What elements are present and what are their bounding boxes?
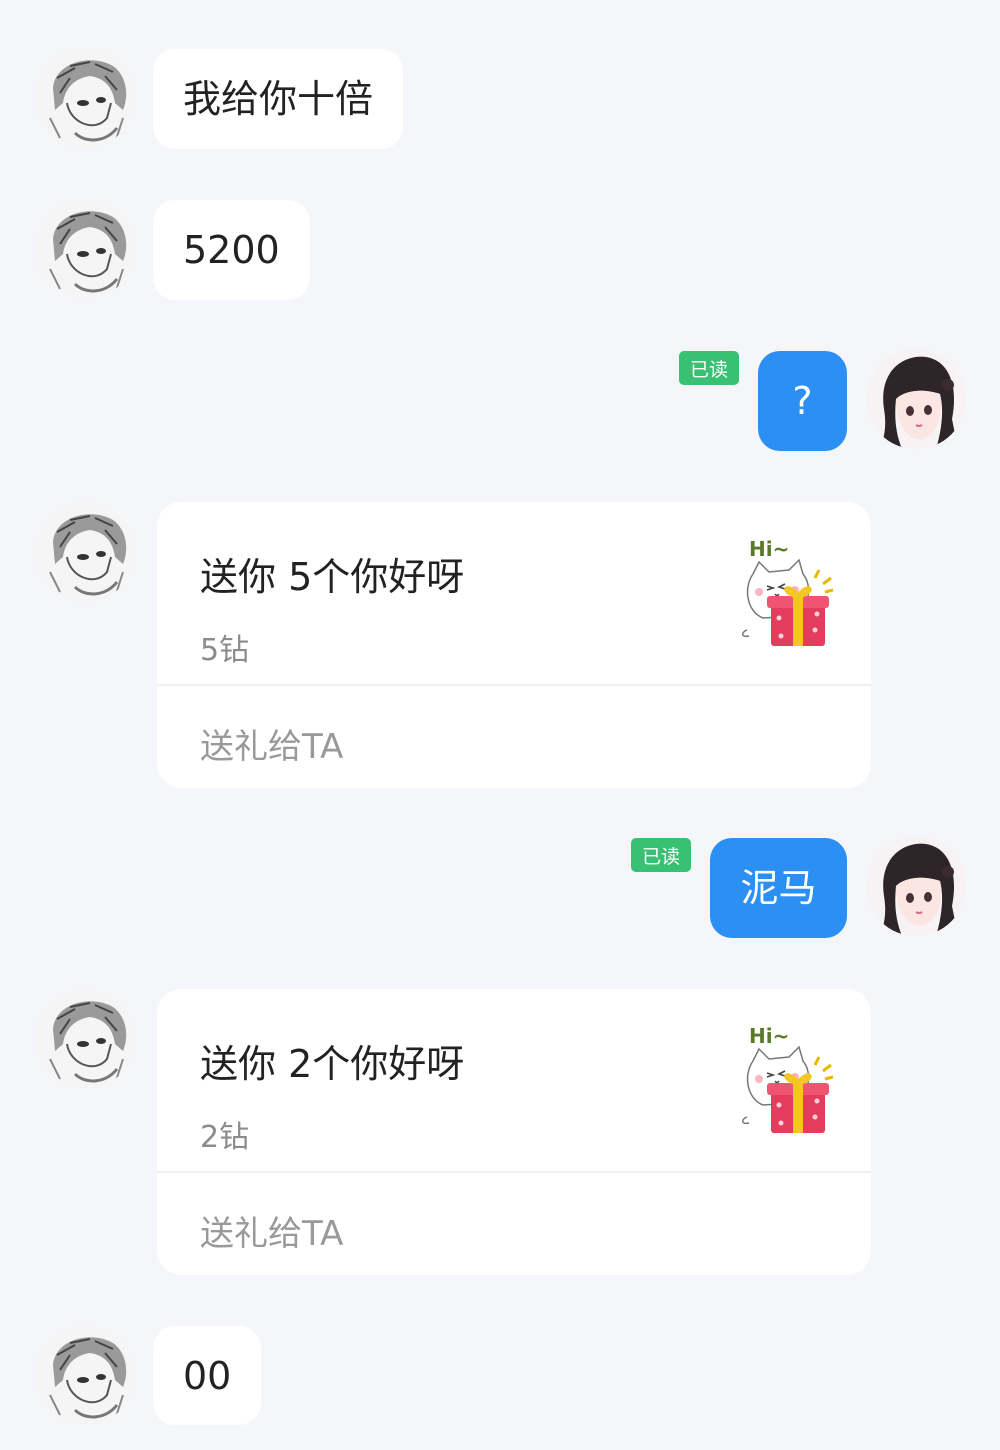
sender-avatar[interactable] <box>35 48 135 148</box>
anime-girl-avatar-icon <box>866 349 966 449</box>
self-avatar[interactable] <box>866 836 966 936</box>
self-avatar[interactable] <box>866 349 966 449</box>
cat-gift-sticker-icon <box>733 1021 843 1141</box>
read-receipt-badge: 已读 <box>631 838 691 872</box>
sketch-portrait-avatar-icon <box>35 48 135 148</box>
sketch-portrait-avatar-icon <box>35 1325 135 1425</box>
message-text: 泥马 <box>740 866 817 910</box>
send-gift-button[interactable]: 送礼给TA <box>200 1206 343 1255</box>
sender-avatar[interactable] <box>35 1325 135 1425</box>
sketch-portrait-avatar-icon <box>35 502 135 602</box>
gift-price: 2钻 <box>200 1120 250 1155</box>
incoming-message-bubble[interactable]: 00 <box>153 1326 262 1425</box>
sender-avatar[interactable] <box>35 989 135 1089</box>
send-gift-button[interactable]: 送礼给TA <box>200 719 343 768</box>
sender-avatar[interactable] <box>35 199 135 299</box>
read-receipt-badge: 已读 <box>679 351 739 385</box>
message-text: 我给你十倍 <box>183 77 374 121</box>
gift-message-card[interactable]: 送你 2个你好呀 2钻 送礼给TA <box>157 989 871 1275</box>
sketch-portrait-avatar-icon <box>35 989 135 1089</box>
cat-gift-sticker-icon <box>733 534 843 654</box>
gift-message-card[interactable]: 送你 5个你好呀 5钻 送礼给TA <box>157 502 871 788</box>
divider <box>157 684 871 686</box>
message-text: ? <box>792 379 813 423</box>
incoming-message-bubble[interactable]: 5200 <box>153 200 310 300</box>
outgoing-message-bubble[interactable]: 泥马 <box>710 838 847 938</box>
message-text: 5200 <box>183 228 280 272</box>
gift-price: 5钻 <box>200 633 250 668</box>
sketch-portrait-avatar-icon <box>35 199 135 299</box>
anime-girl-avatar-icon <box>866 836 966 936</box>
message-text: 00 <box>183 1353 232 1398</box>
gift-title: 送你 2个你好呀 <box>200 1042 465 1086</box>
gift-title: 送你 5个你好呀 <box>200 555 465 599</box>
divider <box>157 1171 871 1173</box>
incoming-message-bubble[interactable]: 我给你十倍 <box>153 49 404 149</box>
outgoing-message-bubble[interactable]: ? <box>758 351 847 451</box>
sender-avatar[interactable] <box>35 502 135 602</box>
